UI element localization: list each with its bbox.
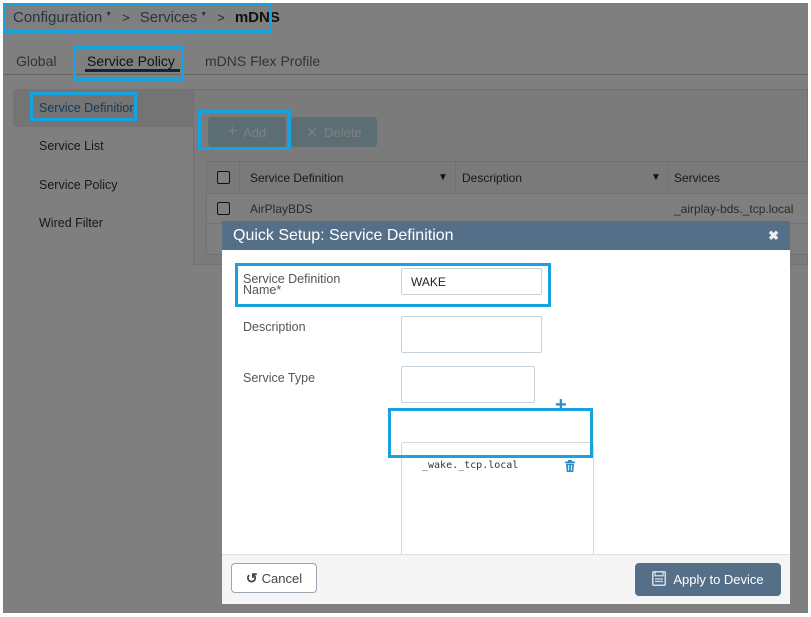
apply-to-device-button[interactable]: Apply to Device [635, 563, 781, 596]
service-type-input[interactable] [401, 366, 535, 403]
description-label: Description [243, 320, 306, 334]
service-definition-name-input[interactable] [401, 268, 542, 295]
add-service-type-button[interactable]: + [555, 395, 567, 415]
label-line: Name* [243, 283, 282, 297]
save-icon [652, 570, 667, 589]
modal-title: Quick Setup: Service Definition [233, 227, 454, 244]
service-type-label: Service Type [243, 371, 316, 385]
service-definition-name-label: Service Definition Name* [243, 273, 340, 297]
service-type-entry: _wake._tcp.local [422, 460, 519, 471]
quick-setup-modal: Quick Setup: Service Definition ✖ Servic… [222, 221, 790, 604]
modal-body: Service Definition Name* Description Ser… [222, 250, 790, 568]
description-input[interactable] [401, 316, 542, 353]
cancel-button[interactable]: ↺ Cancel [231, 563, 317, 593]
undo-icon: ↺ [245, 569, 258, 586]
plus-icon: + [555, 394, 567, 416]
service-type-list: _wake._tcp.local [401, 442, 594, 568]
modal-header: Quick Setup: Service Definition ✖ [222, 221, 790, 250]
modal-footer: ↺ Cancel Apply to Device [222, 554, 790, 604]
cancel-button-label: Cancel [261, 570, 303, 586]
close-icon[interactable]: ✖ [768, 221, 779, 250]
apply-button-label: Apply to Device [673, 572, 764, 587]
trash-icon[interactable] [565, 459, 575, 477]
